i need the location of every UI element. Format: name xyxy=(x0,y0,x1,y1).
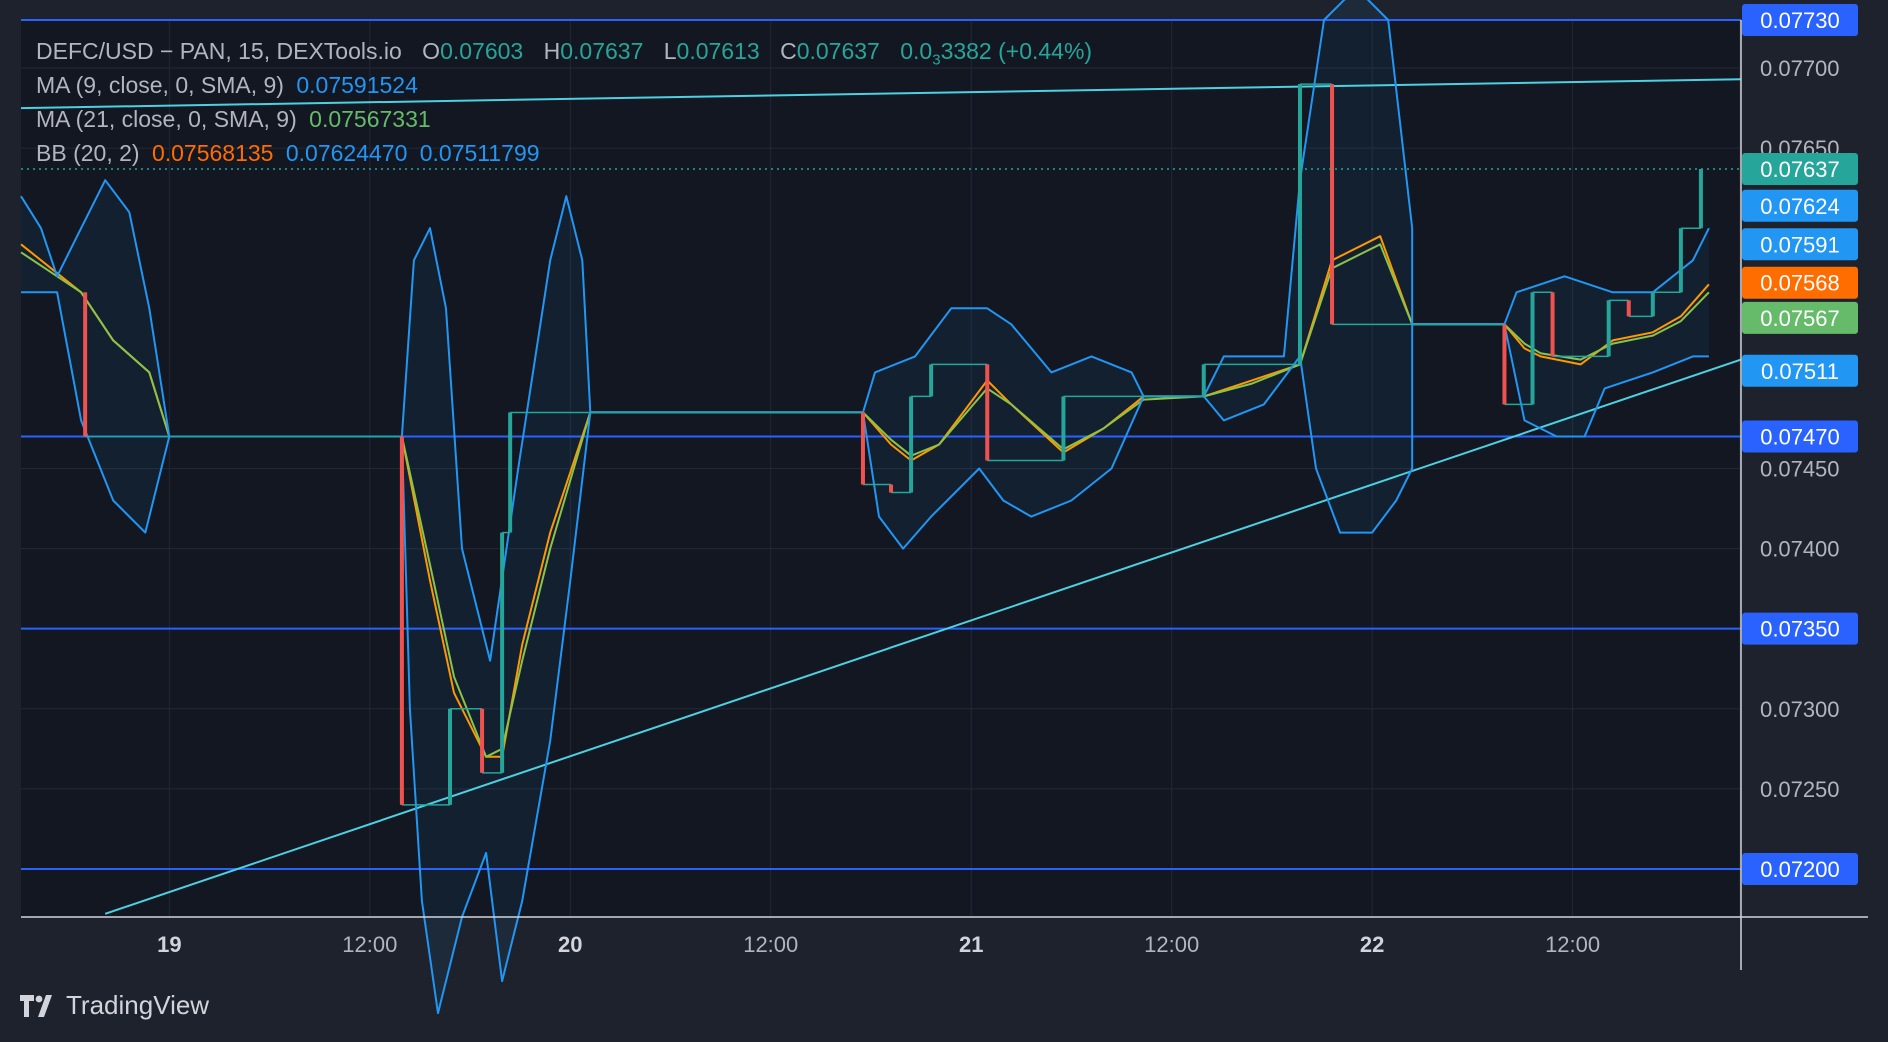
y-tick-label: 0.07250 xyxy=(1760,777,1840,802)
indicator-price-label-text: 0.07591 xyxy=(1760,232,1840,257)
candle xyxy=(889,484,894,493)
tradingview-logo-icon xyxy=(20,994,52,1017)
indicator-price-label-text: 0.07637 xyxy=(1760,157,1840,182)
hline-price-label: 0.07730 xyxy=(1742,4,1858,36)
hline-price-label-text: 0.07350 xyxy=(1760,617,1840,642)
indicator-price-label-text: 0.07470 xyxy=(1760,424,1840,449)
candle xyxy=(1650,292,1655,317)
x-tick-label: 22 xyxy=(1360,932,1384,957)
candle xyxy=(1550,292,1555,357)
candle xyxy=(83,292,88,437)
bb-basis-value: 0.07568135 xyxy=(151,140,274,166)
indicator-price-label: 0.07511 xyxy=(1742,354,1858,387)
bb-upper-value: 0.07624470 xyxy=(285,140,408,166)
hline-price-label: 0.07350 xyxy=(1742,612,1858,645)
x-tick-label: 12:00 xyxy=(743,932,798,957)
indicator-price-label-text: 0.07624 xyxy=(1760,194,1840,219)
candle xyxy=(1502,324,1507,405)
hline-price-label-text: 0.07200 xyxy=(1760,857,1840,882)
x-tick-label: 20 xyxy=(558,932,582,957)
candle xyxy=(1606,300,1611,357)
candle xyxy=(447,708,452,805)
candle xyxy=(1297,84,1302,365)
candle xyxy=(1530,292,1535,405)
indicator-price-label: 0.07591 xyxy=(1742,228,1858,261)
indicator-price-label: 0.07567 xyxy=(1742,301,1858,334)
ma21-row[interactable]: MA (21, close, 0, SMA, 9) 0.07567331 xyxy=(36,102,1092,136)
candle xyxy=(1698,168,1703,229)
bb-row[interactable]: BB (20, 2) 0.07568135 0.07624470 0.07511… xyxy=(36,136,1092,170)
time-axis[interactable]: 19 12:00 20 12:00 21 12:00 22 12:00 xyxy=(157,932,1600,957)
x-tick-label: 19 xyxy=(157,932,181,957)
open-value: 0.07603 xyxy=(440,38,524,64)
indicator-price-label-text: 0.07568 xyxy=(1760,271,1840,296)
indicator-price-label: 0.07470 xyxy=(1742,420,1858,453)
ma21-value: 0.07567331 xyxy=(309,106,431,132)
candle xyxy=(480,708,485,773)
candle xyxy=(860,412,865,485)
ma9-value: 0.07591524 xyxy=(296,72,418,98)
low-label: L xyxy=(663,38,677,64)
candle xyxy=(508,412,513,533)
change-value: 0.033382 (+0.44%) xyxy=(900,38,1093,69)
candle xyxy=(1061,396,1066,461)
symbol-row[interactable]: DEFC/USD − PAN, 15, DEXTools.io O0.07603… xyxy=(36,34,1093,69)
bb-lower-value: 0.07511799 xyxy=(419,140,540,166)
candle xyxy=(1330,84,1335,325)
candle xyxy=(1626,300,1631,317)
candle xyxy=(929,364,934,397)
bb-label[interactable]: BB (20, 2) xyxy=(36,140,140,166)
high-value: 0.07637 xyxy=(560,38,644,64)
indicator-price-label-text: 0.07511 xyxy=(1761,359,1839,384)
hline-price-label-text: 0.07730 xyxy=(1760,8,1840,33)
candle xyxy=(500,532,505,773)
hline-price-label: 0.07200 xyxy=(1742,852,1858,885)
tradingview-logo[interactable]: TradingView xyxy=(20,990,209,1021)
x-tick-label: 21 xyxy=(959,932,983,957)
y-tick-label: 0.07400 xyxy=(1760,537,1840,562)
low-value: 0.07613 xyxy=(676,38,760,64)
ma9-label[interactable]: MA (9, close, 0, SMA, 9) xyxy=(36,72,284,98)
indicator-price-label: 0.07624 xyxy=(1742,189,1858,222)
candle xyxy=(1678,228,1683,293)
indicator-price-label: 0.07568 xyxy=(1742,266,1858,299)
symbol-name[interactable]: DEFC/USD − PAN, 15, DEXTools.io xyxy=(36,38,402,64)
indicator-price-label-text: 0.07567 xyxy=(1760,306,1840,331)
open-label: O xyxy=(422,38,441,64)
y-tick-label: 0.07700 xyxy=(1760,56,1840,81)
ma9-row[interactable]: MA (9, close, 0, SMA, 9) 0.07591524 xyxy=(36,68,1092,102)
close-label: C xyxy=(780,38,797,64)
chart-legend: DEFC/USD − PAN, 15, DEXTools.io O0.07603… xyxy=(36,34,1092,170)
x-tick-label: 12:00 xyxy=(1144,932,1199,957)
indicator-price-label: 0.07637 xyxy=(1742,152,1858,185)
candle xyxy=(1201,364,1206,397)
x-tick-label: 12:00 xyxy=(342,932,397,957)
brand-name: TradingView xyxy=(66,990,210,1020)
high-label: H xyxy=(543,38,561,64)
candle xyxy=(399,436,404,805)
candle xyxy=(985,364,990,461)
ma21-label[interactable]: MA (21, close, 0, SMA, 9) xyxy=(36,106,297,132)
y-tick-label: 0.07450 xyxy=(1760,457,1840,482)
close-value: 0.07637 xyxy=(796,38,880,64)
y-tick-label: 0.07300 xyxy=(1760,697,1840,722)
x-tick-label: 12:00 xyxy=(1545,932,1600,957)
candle xyxy=(909,396,914,493)
